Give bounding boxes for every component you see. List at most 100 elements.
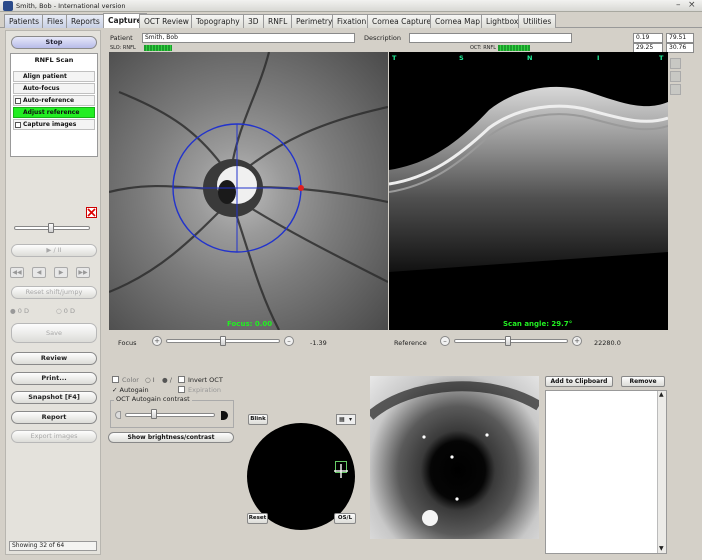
clipboard-list[interactable]: ▲ ▼ xyxy=(545,390,667,554)
reference-label: Reference xyxy=(394,339,427,347)
tab-perimetry[interactable]: Perimetry xyxy=(291,14,338,28)
fixation-reset-button[interactable]: Reset xyxy=(247,513,268,524)
tab-cornea-capture[interactable]: Cornea Capture xyxy=(367,14,436,28)
focus-decrease-button[interactable]: – xyxy=(284,336,294,346)
invert-oct-label: Invert OCT xyxy=(188,376,223,384)
crosshair-icon xyxy=(334,464,348,478)
add-to-clipboard-button[interactable]: Add to Clipboard xyxy=(545,376,613,387)
fundus-vessels xyxy=(109,52,388,330)
reference-decrease-button[interactable]: – xyxy=(440,336,450,346)
tab-lightbox[interactable]: Lightbox xyxy=(481,14,524,28)
first-frame-button[interactable]: ◀◀ xyxy=(10,267,24,278)
tab-topography[interactable]: Topography xyxy=(191,14,245,28)
oct-layers xyxy=(389,86,668,272)
prev-frame-button[interactable]: ◀ xyxy=(32,267,46,278)
capture-images-checkbox[interactable] xyxy=(15,122,21,128)
radio-os[interactable]: ○ 0 D xyxy=(56,307,75,315)
reset-shift-button[interactable]: Reset shift/jumpy xyxy=(11,286,97,299)
tab-3d[interactable]: 3D xyxy=(243,14,264,28)
side-tool-1[interactable] xyxy=(670,58,681,69)
rnfl-scan-panel: RNFL Scan Align patient Auto-focus Auto-… xyxy=(10,53,98,157)
oct-quality-label: OCT: RNFL xyxy=(470,45,497,51)
step-auto-reference[interactable]: Auto-reference xyxy=(13,95,95,106)
grid-dropdown[interactable]: ▦ ▾ xyxy=(336,414,356,425)
reference-increase-button[interactable]: + xyxy=(572,336,582,346)
reference-slider[interactable] xyxy=(454,339,568,343)
tab-reports[interactable]: Reports xyxy=(66,14,105,28)
tab-patients[interactable]: Patients xyxy=(4,14,45,28)
invert-oct-checkbox[interactable] xyxy=(178,376,185,383)
review-button[interactable]: Review xyxy=(11,352,97,365)
scroll-down-icon[interactable]: ▼ xyxy=(659,545,664,552)
snapshot-button[interactable]: Snapshot [F4] xyxy=(11,391,97,404)
title-bar: Smith, Bob - International version – × xyxy=(0,0,702,12)
rnfl-scan-header: RNFL Scan xyxy=(34,56,74,64)
step-auto-focus[interactable]: Auto-focus xyxy=(13,83,95,94)
next-frame-button[interactable]: ▶ xyxy=(54,267,68,278)
iris-camera-image[interactable] xyxy=(370,376,539,539)
reference-slider-thumb[interactable] xyxy=(505,336,511,346)
contrast-group-label: OCT Autogain contrast xyxy=(114,395,192,403)
option-1-radio[interactable]: ○ I xyxy=(145,376,155,384)
focus-slider-thumb[interactable] xyxy=(220,336,226,346)
close-button[interactable]: × xyxy=(688,0,696,10)
auto-reference-checkbox[interactable] xyxy=(15,98,21,104)
step-align-patient[interactable]: Align patient xyxy=(13,71,95,82)
focus-increase-button[interactable]: + xyxy=(152,336,162,346)
slo-quality-label: SLO: RNFL xyxy=(110,45,136,51)
clear-icon[interactable] xyxy=(86,207,97,218)
app-icon xyxy=(3,1,13,11)
clipboard-scrollbar[interactable]: ▲ ▼ xyxy=(657,391,666,553)
play-pause-button[interactable]: ▶ / II xyxy=(11,244,97,257)
sidebar-slider-thumb[interactable] xyxy=(48,223,54,233)
autogain-checkbox[interactable]: ✓ Autogain xyxy=(112,386,149,394)
side-tool-2[interactable] xyxy=(670,71,681,82)
side-tool-3[interactable] xyxy=(670,84,681,95)
tab-cornea-map[interactable]: Cornea Map xyxy=(430,14,485,28)
blink-button[interactable]: Blink xyxy=(248,414,268,425)
color-checkbox[interactable] xyxy=(112,376,119,383)
export-images-button[interactable]: Export images xyxy=(11,430,97,443)
tab-utilities[interactable]: Utilities xyxy=(518,14,557,28)
report-button[interactable]: Report xyxy=(11,411,97,424)
patient-field[interactable]: Smith, Bob xyxy=(142,33,355,43)
print-button[interactable]: Print... xyxy=(11,372,97,385)
show-brightness-contrast-button[interactable]: Show brightness/contrast xyxy=(108,432,234,443)
step-adjust-reference[interactable]: Adjust reference xyxy=(13,107,95,118)
iris-reflections xyxy=(370,381,539,526)
oct-marker-s: S xyxy=(459,54,464,62)
oct-bscan-image[interactable]: T S N I T Scan angle: 29.7° xyxy=(389,52,668,330)
minimize-button[interactable]: – xyxy=(676,0,681,10)
contrast-group: OCT Autogain contrast xyxy=(110,395,234,428)
option-2-radio[interactable]: ● / xyxy=(162,376,172,384)
tab-oct-review[interactable]: OCT Review xyxy=(139,14,194,28)
contrast-slider[interactable] xyxy=(125,413,215,417)
oct-marker-i: I xyxy=(597,54,600,62)
description-field[interactable] xyxy=(409,33,572,43)
color-label: Color xyxy=(122,376,139,384)
status-text: Showing 32 of 64 xyxy=(9,541,97,551)
slo-fundus-image[interactable]: Focus: 0.00 xyxy=(109,52,388,330)
focus-label: Focus xyxy=(118,339,137,347)
os-l-button[interactable]: OS/L xyxy=(334,513,356,524)
last-frame-button[interactable]: ▶▶ xyxy=(76,267,90,278)
scroll-up-icon[interactable]: ▲ xyxy=(659,391,664,398)
value-d: 30.76 xyxy=(666,43,694,53)
extra-label: Expiration xyxy=(188,386,221,394)
radio-od[interactable]: ● 0 D xyxy=(10,307,29,315)
oct-marker-t2: T xyxy=(659,54,664,62)
description-label: Description xyxy=(364,34,402,42)
step-capture-images[interactable]: Capture images xyxy=(13,119,95,130)
tab-fixation[interactable]: Fixation xyxy=(332,14,372,28)
stop-button[interactable]: Stop xyxy=(11,36,97,49)
focus-overlay: Focus: 0.00 xyxy=(227,320,273,328)
save-button[interactable]: Save xyxy=(11,323,97,343)
tab-rnfl[interactable]: RNFL xyxy=(263,14,293,28)
tab-files[interactable]: Files xyxy=(42,14,69,28)
contrast-slider-thumb[interactable] xyxy=(151,409,157,419)
grid-icon: ▦ xyxy=(339,416,345,423)
contrast-low-icon xyxy=(115,411,121,419)
remove-button[interactable]: Remove xyxy=(621,376,665,387)
extra-checkbox[interactable] xyxy=(178,386,185,393)
sidebar: Stop RNFL Scan Align patient Auto-focus … xyxy=(5,30,101,555)
